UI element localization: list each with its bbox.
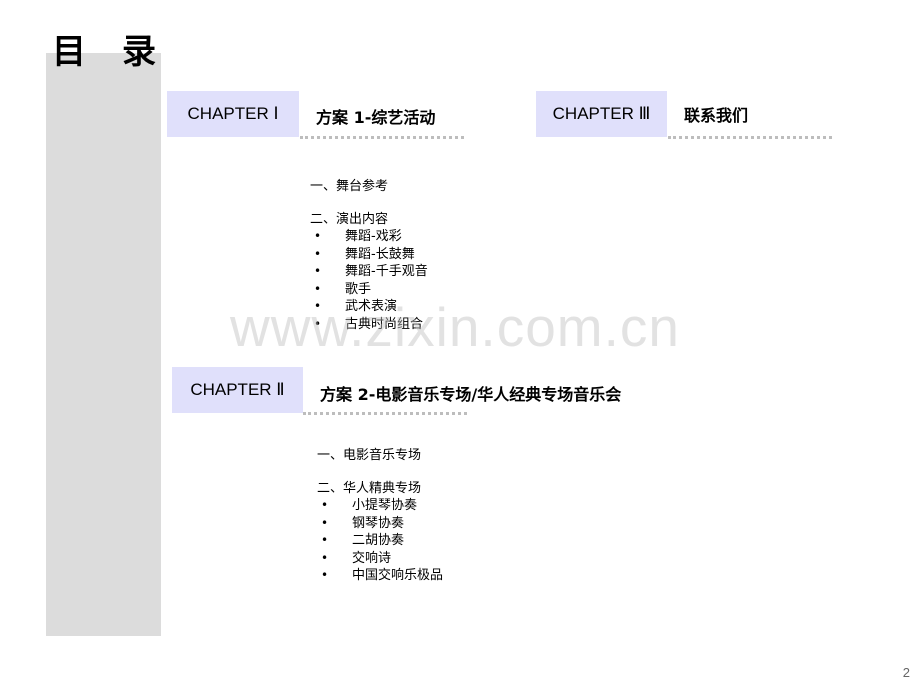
bullet-icon: • [321,515,329,530]
list-item[interactable]: • 武术表演 [310,298,428,316]
list-item-text: 二胡协奏 [352,533,405,548]
bullet-icon: • [314,316,322,331]
list-item[interactable]: • 舞蹈-千手观音 [310,263,428,281]
list-item-text: 舞蹈-戏彩 [345,229,402,244]
list-item-text: 钢琴协奏 [352,515,405,531]
chapter-1-contents: 一、舞台参考 二、演出内容 • 舞蹈-戏彩 • 舞蹈-长鼓舞 • 舞蹈-千手观音 • 歌… [310,179,428,333]
chapter-3-title[interactable]: 联系我们 [684,106,748,126]
chapter-2-label[interactable]: CHAPTER Ⅱ [172,367,303,413]
bullet-icon: • [314,246,322,261]
chapter-2-section-2-heading[interactable]: 二、华人精典专场 [317,481,443,498]
list-item[interactable]: • 交响诗 [317,550,443,568]
chapter-1-label[interactable]: CHAPTER Ⅰ [167,91,299,137]
chapter-2-underline [303,412,467,415]
list-item[interactable]: • 舞蹈-戏彩 [310,228,428,246]
list-item[interactable]: • 小提琴协奏 [317,497,443,515]
bullet-icon: • [321,550,329,565]
list-item-text: 舞蹈-长鼓舞 [345,246,415,262]
chapter-3-underline [668,136,832,139]
chapter-1-section-1-heading[interactable]: 一、舞台参考 [310,179,428,196]
bullet-icon: • [314,264,322,278]
list-item[interactable]: • 中国交响乐极品 [317,567,443,585]
watermark: www.zixin.com.cn [230,296,680,358]
list-item-text: 舞蹈-千手观音 [345,264,428,279]
page-title-char-2: 录 [122,32,156,72]
chapter-1-underline [300,136,464,139]
chapter-2-section-1-heading[interactable]: 一、电影音乐专场 [317,448,443,465]
list-item-text: 小提琴协奏 [352,498,418,513]
chapter-1-section-2-heading[interactable]: 二、演出内容 [310,212,428,229]
sidebar-decoration [46,53,161,636]
page-number: 2 [902,665,910,680]
list-item[interactable]: • 歌手 [310,281,428,299]
bullet-icon: • [321,533,329,547]
bullet-icon: • [321,568,329,582]
list-item-text: 交响诗 [352,550,392,566]
list-item[interactable]: • 古典时尚组合 [310,316,428,334]
page-title-char-1: 目 [52,32,86,72]
list-item-text: 武术表演 [345,299,398,314]
bullet-icon: • [314,281,322,296]
list-item[interactable]: • 舞蹈-长鼓舞 [310,246,428,264]
chapter-3-label[interactable]: CHAPTER Ⅲ [536,91,667,137]
bullet-icon: • [314,229,322,243]
list-item-text: 歌手 [345,281,372,297]
list-item-text: 古典时尚组合 [345,316,424,332]
bullet-icon: • [321,498,329,512]
chapter-1-title[interactable]: 方案 1-综艺活动 [316,108,435,128]
chapter-2-title[interactable]: 方案 2-电影音乐专场/华人经典专场音乐会 [320,385,621,405]
bullet-icon: • [314,299,322,313]
list-item[interactable]: • 二胡协奏 [317,532,443,550]
chapter-2-contents: 一、电影音乐专场 二、华人精典专场 • 小提琴协奏 • 钢琴协奏 • 二胡协奏 • 交响… [317,448,443,585]
list-item-text: 中国交响乐极品 [352,568,444,583]
list-item[interactable]: • 钢琴协奏 [317,515,443,533]
